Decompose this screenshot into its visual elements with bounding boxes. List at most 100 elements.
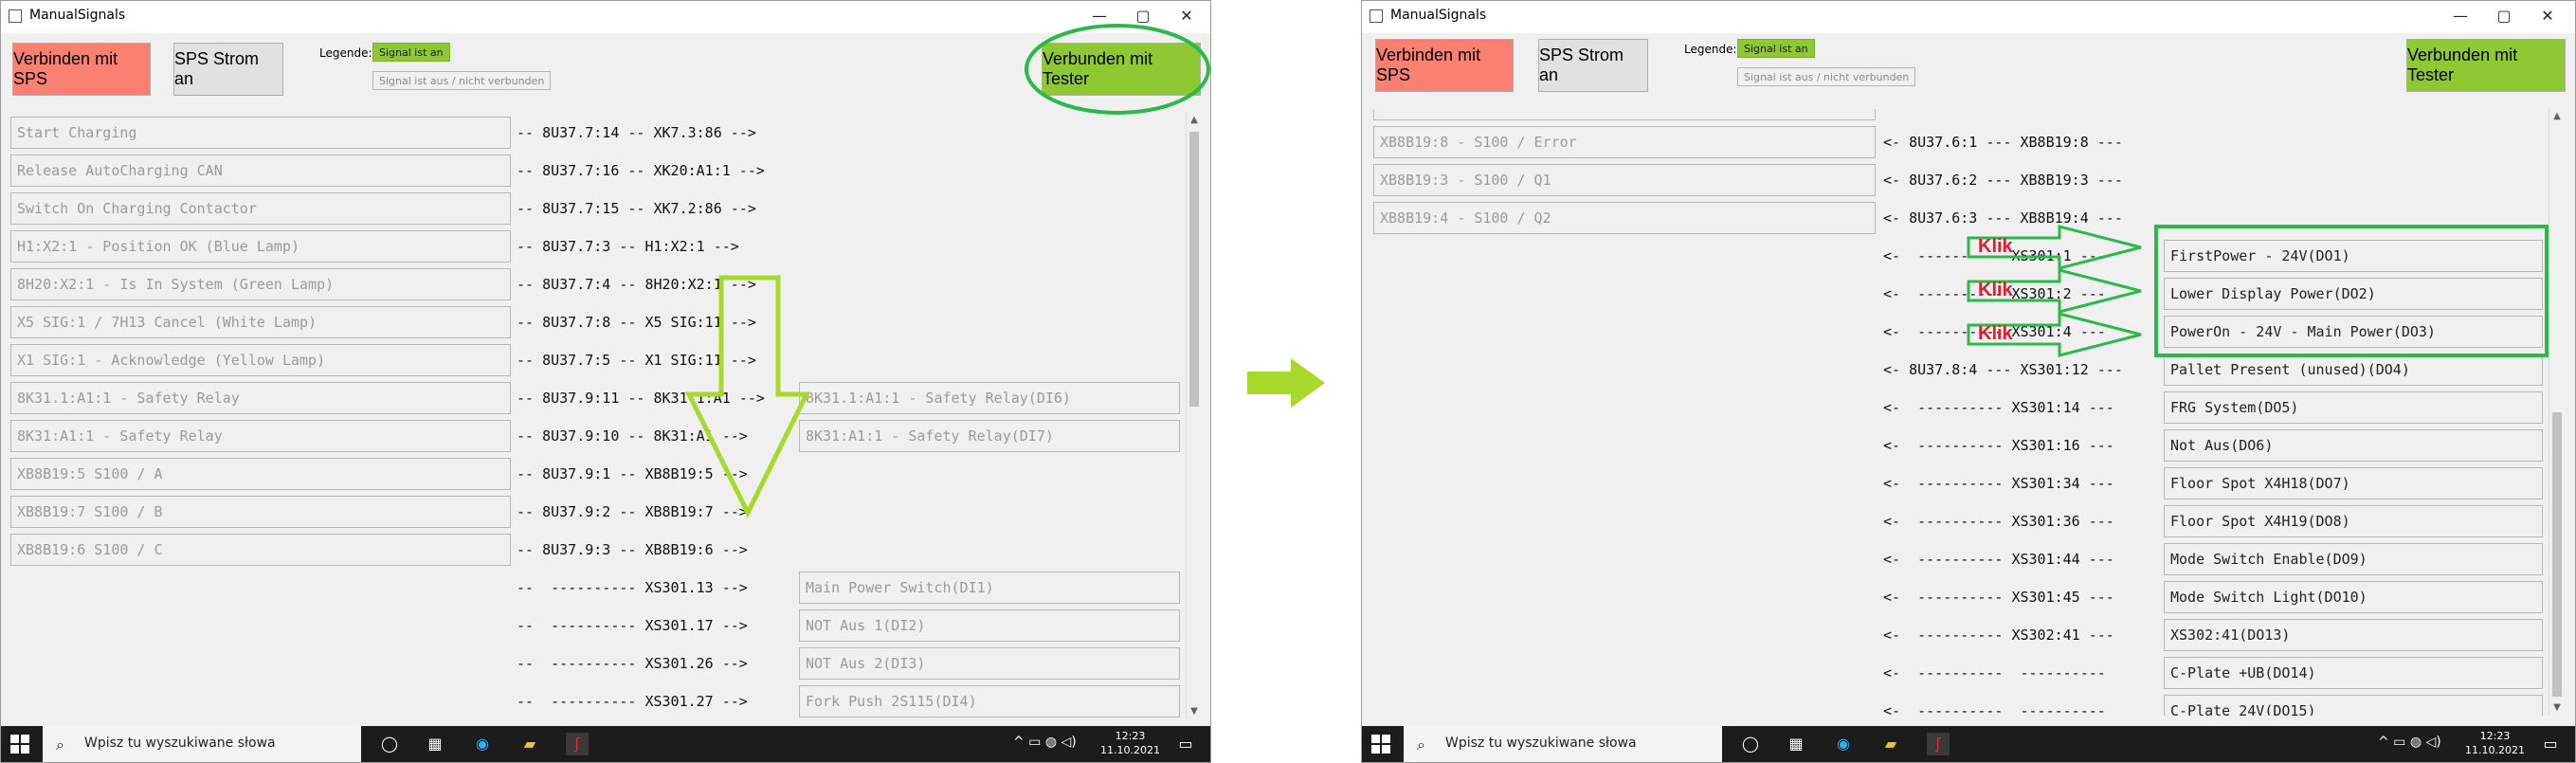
input-signal-button[interactable]: 8K31.1:A1:1 - Safety Relay	[10, 382, 511, 414]
widgets-icon[interactable]: ▦	[424, 733, 446, 755]
minimize-button[interactable]: —	[1078, 3, 1121, 29]
taskbar-search[interactable]: ⌕ Wpisz tu wyszukiwane słowa	[1404, 726, 1722, 762]
edge-icon[interactable]: ◉	[1832, 733, 1855, 755]
close-button[interactable]: ✕	[1165, 3, 1208, 29]
input-signal-button[interactable]: Release AutoCharging CAN	[10, 154, 511, 187]
scroll-down-icon[interactable]: ▼	[2549, 700, 2565, 716]
signal-path-label: -- ---------- XS301.17 -->	[517, 617, 748, 634]
legend-signal-on: Signal ist an	[372, 43, 450, 62]
input-signal-button[interactable]: 8K31:A1:1 - Safety Relay	[10, 420, 511, 452]
task-view-icon[interactable]: ◯	[1739, 733, 1762, 755]
left-screenshot: ManualSignals — ▢ ✕ Verbinden mit SPS SP…	[0, 0, 1211, 763]
signal-path-label: <- ---------- XS301:16 ---	[1883, 437, 2114, 454]
taskbar: ⌕ Wpisz tu wyszukiwane słowa ◯ ▦ ◉ ▰ ʃ ^…	[1362, 726, 2575, 762]
maximize-button[interactable]: ▢	[1121, 3, 1165, 29]
scroll-thumb[interactable]	[2552, 412, 2562, 697]
output-signal-button[interactable]: Mode Switch Light(DO10)	[2164, 581, 2543, 613]
right-screenshot: ManualSignals — ▢ ✕ Verbinden mit SPS SP…	[1361, 0, 2576, 763]
signal-path-label: -- 8U37.9:11 -- 8K31.1:A1 -->	[517, 390, 765, 407]
right-signal-panel: XB8B19:8 - S100 / Error <- 8U37.6:1 --- X…	[1371, 109, 2560, 716]
input-signal-button[interactable]: XB8B19:7 S100 / B	[10, 496, 511, 528]
input-signal-button[interactable]: XB8B19:5 S100 / A	[10, 458, 511, 490]
app-icon	[1370, 9, 1383, 23]
scroll-thumb[interactable]	[1189, 132, 1199, 407]
output-signal-button[interactable]: Floor Spot X4H19(DO8)	[2164, 505, 2543, 537]
app-icon[interactable]: ʃ	[566, 733, 589, 755]
tray-icons[interactable]: ^ ▭ ◍ ◁)	[1013, 735, 1077, 750]
search-icon: ⌕	[56, 736, 64, 754]
output-signal-button[interactable]: FirstPower - 24V(DO1)	[2164, 240, 2543, 272]
signal-path-label: -- 8U37.7:8 -- X5 SIG:11 -->	[517, 314, 756, 331]
output-signal-button[interactable]: NOT Aus 2(DI3)	[799, 647, 1180, 680]
output-signal-button[interactable]: FRG System(DO5)	[2164, 391, 2543, 424]
output-signal-button[interactable]: Floor Spot X4H18(DO7)	[2164, 467, 2543, 500]
clock-time: 12:23	[2479, 730, 2511, 742]
connect-sps-button[interactable]: Verbinden mit SPS	[1375, 39, 1514, 92]
output-signal-button[interactable]: C-Plate 24V(DO15)	[2164, 695, 2543, 716]
windows-start-icon[interactable]	[1371, 735, 1390, 754]
connected-tester-button[interactable]: Verbunden mit Tester	[1042, 43, 1201, 96]
explorer-icon[interactable]: ▰	[518, 733, 541, 755]
signal-path-label: -- ---------- XS301.26 -->	[517, 655, 748, 672]
scroll-up-icon[interactable]: ▲	[2549, 109, 2565, 124]
legend-label: Legende:	[1684, 43, 1737, 56]
input-signal-button[interactable]: Switch On Charging Contactor	[10, 192, 511, 225]
input-signal-button[interactable]: Start Charging	[10, 117, 511, 149]
app-icon	[9, 9, 22, 23]
signal-path-label: <- ---------- XS301:45 ---	[1883, 589, 2114, 606]
output-signal-button[interactable]: Fork Push 2S115(DI4)	[799, 685, 1180, 718]
output-signal-button[interactable]: Not Aus(DO6)	[2164, 429, 2543, 462]
input-signal-button[interactable]: X1 SIG:1 - Acknowledge (Yellow Lamp)	[10, 344, 511, 376]
connect-sps-button[interactable]: Verbinden mit SPS	[12, 43, 151, 96]
clock[interactable]: 12:23 11.10.2021	[1100, 729, 1160, 757]
edge-icon[interactable]: ◉	[471, 733, 494, 755]
windows-start-icon[interactable]	[10, 735, 29, 754]
output-signal-button[interactable]: C-Plate +UB(DO14)	[2164, 657, 2543, 689]
signal-path-label: <- ---------- XS301:36 ---	[1883, 513, 2114, 530]
connected-tester-button[interactable]: Verbunden mit Tester	[2406, 39, 2566, 92]
scroll-down-icon[interactable]: ▼	[1187, 704, 1202, 719]
taskbar-search[interactable]: ⌕ Wpisz tu wyszukiwane słowa	[43, 726, 361, 762]
left-scrollbar[interactable]: ▲ ▼	[1186, 113, 1202, 719]
output-signal-button[interactable]: 8K31.1:A1:1 - Safety Relay(DI6)	[799, 382, 1180, 414]
input-signal-button[interactable]	[1373, 109, 1876, 120]
signal-path-label: -- 8U37.7:4 -- 8H20:X2:1 -->	[517, 276, 756, 293]
signal-path-label: -- ---------- XS301.13 -->	[517, 579, 748, 596]
input-signal-button[interactable]: XB8B19:3 - S100 / Q1	[1373, 164, 1876, 196]
sps-power-button[interactable]: SPS Strom an	[1538, 39, 1648, 92]
input-signal-button[interactable]: XB8B19:4 - S100 / Q2	[1373, 202, 1876, 234]
left-signal-panel: Start Charging -- 8U37.7:14 -- XK7.3:86 -…	[9, 113, 1199, 719]
widgets-icon[interactable]: ▦	[1785, 733, 1807, 755]
explorer-icon[interactable]: ▰	[1879, 733, 1902, 755]
input-signal-button[interactable]: XB8B19:6 S100 / C	[10, 534, 511, 566]
signal-path-label: <- ---------- ----------	[1883, 702, 2106, 716]
output-signal-button[interactable]: Lower Display Power(DO2)	[2164, 278, 2543, 310]
output-signal-button[interactable]: 8K31:A1:1 - Safety Relay(DI7)	[799, 420, 1180, 452]
clock[interactable]: 12:23 11.10.2021	[2465, 729, 2525, 757]
maximize-button[interactable]: ▢	[2482, 3, 2526, 29]
right-scrollbar[interactable]: ▲ ▼	[2549, 109, 2565, 716]
output-signal-button[interactable]: XS302:41(DO13)	[2164, 619, 2543, 651]
signal-path-label: <- ---------- XS301:14 ---	[1883, 399, 2114, 416]
minimize-button[interactable]: —	[2439, 3, 2482, 29]
input-signal-button[interactable]: 8H20:X2:1 - Is In System (Green Lamp)	[10, 268, 511, 300]
signal-path-label: <- ---------- ----------	[1883, 664, 2106, 681]
notification-icon[interactable]: ▭	[2539, 733, 2562, 755]
output-signal-button[interactable]: Pallet Present (unused)(DO4)	[2164, 354, 2543, 386]
signal-path-label: -- 8U37.7:16 -- XK20:A1:1 -->	[517, 162, 765, 179]
tray-icons[interactable]: ^ ▭ ◍ ◁)	[2378, 735, 2441, 750]
output-signal-button[interactable]: PowerOn - 24V - Main Power(DO3)	[2164, 316, 2543, 348]
sps-power-button[interactable]: SPS Strom an	[173, 43, 283, 96]
task-view-icon[interactable]: ◯	[378, 733, 401, 755]
scroll-up-icon[interactable]: ▲	[1187, 113, 1202, 128]
output-signal-button[interactable]: NOT Aus 1(DI2)	[799, 609, 1180, 642]
app-icon[interactable]: ʃ	[1927, 733, 1950, 755]
notification-icon[interactable]: ▭	[1174, 733, 1197, 755]
input-signal-button[interactable]: H1:X2:1 - Position OK (Blue Lamp)	[10, 230, 511, 263]
search-icon: ⌕	[1417, 736, 1425, 754]
input-signal-button[interactable]: XB8B19:8 - S100 / Error	[1373, 126, 1876, 158]
output-signal-button[interactable]: Main Power Switch(DI1)	[799, 572, 1180, 604]
close-button[interactable]: ✕	[2526, 3, 2569, 29]
input-signal-button[interactable]: X5 SIG:1 / 7H13 Cancel (White Lamp)	[10, 306, 511, 338]
output-signal-button[interactable]: Mode Switch Enable(DO9)	[2164, 543, 2543, 575]
